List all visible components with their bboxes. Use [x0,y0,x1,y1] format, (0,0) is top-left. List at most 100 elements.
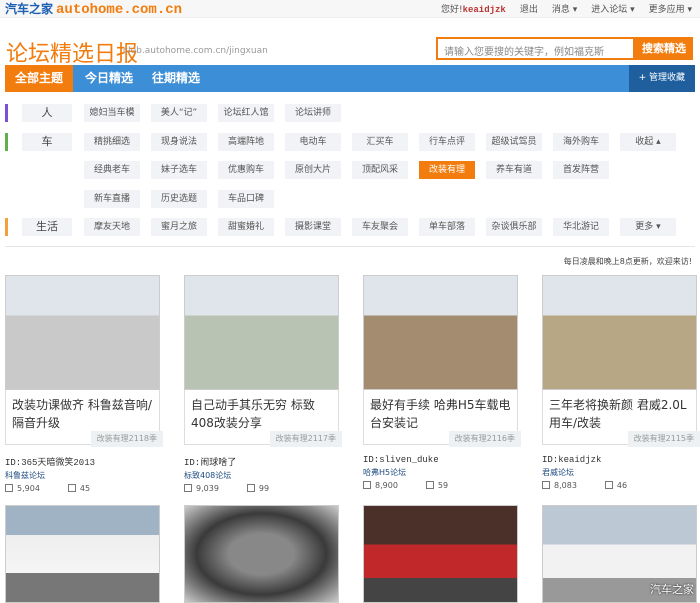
filter-button[interactable]: 优惠购车 [218,161,274,179]
card-tag: 改装有理2118季 [90,431,163,447]
filter-button[interactable]: 论坛讲师 [285,104,341,122]
filter-button[interactable]: 超级试驾员 [486,132,542,151]
card-tag: 改装有理2116季 [448,431,521,447]
filter-category-label: 生活 [22,218,72,236]
search-input[interactable]: 请输入您要搜的关键字，例如福克斯 [436,37,635,60]
filter-button[interactable]: 经典老车 [84,161,140,179]
reply-count: 46 [616,481,628,490]
article-card[interactable]: 三年老将换新颜 君威2.0L用车/改装 改装有理2115季 ID:keaidjz… [542,275,700,490]
comment-icon [67,484,76,492]
card-tag: 改装有理2117季 [269,431,342,447]
filter-button[interactable]: 更多 ▾ [620,218,676,236]
tab-all[interactable]: 全部主题 [5,65,74,92]
filter-button[interactable]: 摄影课堂 [285,218,341,236]
search-button[interactable]: 搜索精选 [635,37,693,60]
forum-link[interactable]: 哈弗H5论坛 [363,467,518,478]
card-image[interactable] [363,275,518,390]
card-image[interactable] [184,275,339,390]
filter-button[interactable]: 论坛红人馆 [218,104,274,122]
filter-button[interactable]: 甜蜜婚礼 [218,218,274,236]
views-icon [184,484,192,492]
article-card[interactable]: 自己动手其乐无穷 标致408改装分享 改装有理2117季 ID:闹球啥了 标致4… [184,275,342,493]
filter-category-label: 车 [22,132,72,151]
logo-en: autohome.com.cn [56,2,183,18]
logout-link[interactable]: 退出 [520,2,538,15]
view-count: 5,904 [17,484,40,493]
card-image[interactable] [5,505,160,603]
top-bar: 汽车之家 autohome.com.cn 您好!keaidjzk 退出 消息 ▾ … [0,0,700,18]
card-image[interactable] [5,275,160,390]
tab-past[interactable]: 往期精选 [142,65,210,92]
filter-category-label: 人 [22,104,72,122]
forum-menu[interactable]: 进入论坛 ▾ [591,2,634,15]
category-marker [5,104,8,122]
filter-button[interactable]: 媳妇当车模 [84,104,140,122]
filter-button[interactable]: 新车直播 [84,189,140,208]
logo-cn: 汽车之家 [5,2,54,16]
filter-button[interactable]: 美人“记” [151,104,207,122]
filter-button[interactable]: 车品口碑 [218,189,274,208]
author-id[interactable]: ID:keaidjzk [542,455,697,465]
filter-button[interactable]: 现身说法 [151,132,207,151]
tab-today[interactable]: 今日精选 [75,65,143,92]
author-id[interactable]: ID:闹球啥了 [184,455,339,468]
view-count: 8,083 [554,481,577,490]
card-image[interactable] [363,505,518,603]
article-card[interactable]: 改装功课做齐 科鲁兹音响/隔音升级 改装有理2118季 ID:365天暗微笑20… [5,275,163,493]
page-url: club.autohome.com.cn/jingxuan [123,46,268,56]
filter-button[interactable]: 收起 ▴ [620,132,676,151]
views-icon [5,484,13,492]
manage-favorites-button[interactable]: + 管理收藏 [628,65,695,92]
filter-button[interactable]: 单车部落 [419,218,475,236]
filter-button[interactable]: 杂谈俱乐部 [486,218,542,236]
update-notice: 每日凌晨和晚上8点更新，欢迎来访! [563,257,692,266]
username-link[interactable]: keaidjzk [463,5,506,15]
comment-icon [604,481,613,489]
filter-button[interactable]: 蜜月之旅 [151,218,207,236]
more-apps-menu[interactable]: 更多应用 ▾ [649,2,692,15]
author-id[interactable]: ID:sliven_duke [363,455,518,465]
messages-menu[interactable]: 消息 ▾ [552,2,577,15]
filter-button[interactable]: 原创大片 [285,161,341,179]
category-marker [5,218,8,236]
comment-icon [246,484,255,492]
views-icon [542,481,550,489]
reply-count: 59 [437,481,449,490]
article-card[interactable]: 最好有手续 哈弗H5车载电台安装记 改装有理2116季 ID:sliven_du… [363,275,521,490]
filter-button[interactable]: 车友聚会 [352,218,408,236]
forum-link[interactable]: 科鲁兹论坛 [5,470,160,481]
watermark: 汽车之家 [650,583,694,596]
filter-button[interactable]: 华北游记 [553,218,609,236]
filter-button[interactable]: 首发阵营 [553,161,609,179]
views-icon [363,481,371,489]
category-marker [5,132,8,151]
filter-button[interactable]: 汇买车 [352,132,408,151]
filter-button[interactable]: 海外购车 [553,132,609,151]
main-nav: 全部主题 今日精选 往期精选 + 管理收藏 [5,65,695,92]
filter-button[interactable]: 摩友天地 [84,218,140,236]
card-tag: 改装有理2115季 [627,431,700,447]
reply-count: 45 [79,484,91,493]
greeting: 您好! [440,5,463,15]
page-title: 论坛精选日报 [6,42,139,67]
filter-button[interactable]: 顶配风采 [352,161,408,179]
reply-count: 99 [258,484,270,493]
author-id[interactable]: ID:365天暗微笑2013 [5,455,160,468]
filter-button[interactable]: 电动车 [285,132,341,151]
filter-button[interactable]: 养车有道 [486,161,542,179]
forum-link[interactable]: 标致408论坛 [184,470,339,481]
comment-icon [425,481,434,489]
forum-link[interactable]: 君威论坛 [542,467,697,478]
divider [5,246,695,247]
site-logo[interactable]: 汽车之家 autohome.com.cn [5,0,182,18]
filter-button[interactable]: 改装有理 [419,161,475,179]
filter-button[interactable]: 历史选题 [151,189,207,208]
filter-button[interactable]: 精挑细选 [84,132,140,151]
view-count: 8,900 [375,481,398,490]
card-image[interactable] [542,275,697,390]
view-count: 9,039 [196,484,219,493]
filter-button[interactable]: 高端阵地 [218,132,274,151]
filter-button[interactable]: 行车点评 [419,132,475,151]
card-image[interactable] [184,505,339,603]
filter-button[interactable]: 妹子选车 [151,161,207,179]
